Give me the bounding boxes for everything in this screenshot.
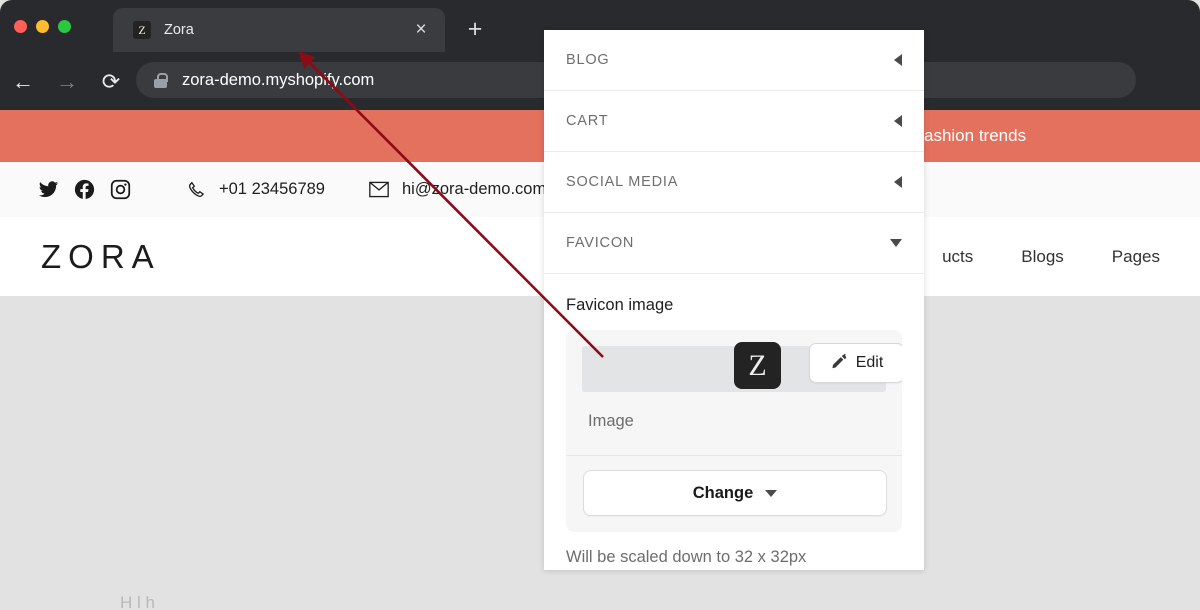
section-favicon[interactable]: FAVICON — [544, 213, 924, 274]
caret-down-icon — [765, 489, 778, 497]
window-minimize-button[interactable] — [36, 20, 49, 33]
window-traffic-lights — [14, 20, 71, 33]
instagram-icon[interactable] — [110, 179, 131, 200]
browser-tab[interactable]: Z Zora × — [113, 8, 445, 52]
section-blog-label: BLOG — [566, 52, 610, 68]
section-cart[interactable]: CART — [544, 91, 924, 152]
section-social-media-label: SOCIAL MEDIA — [566, 174, 679, 190]
reload-button[interactable]: ⟳ — [94, 65, 128, 99]
social-links — [38, 179, 131, 200]
envelope-icon — [369, 181, 389, 198]
nav-item-pages[interactable]: Pages — [1112, 247, 1160, 267]
edit-button[interactable]: Edit — [809, 343, 902, 383]
favicon-field-label: Favicon image — [566, 296, 674, 314]
contact-email-text: hi@zora-demo.com — [402, 180, 547, 198]
caret-left-icon[interactable] — [894, 54, 902, 66]
section-cart-label: CART — [566, 113, 609, 129]
address-bar-url: zora-demo.myshopify.com — [182, 70, 375, 89]
lock-icon — [154, 72, 168, 88]
favicon-thumbnail-image[interactable]: Z — [734, 342, 781, 389]
contact-phone-text: +01 23456789 — [219, 180, 325, 198]
change-button-wrap: Change — [566, 456, 902, 532]
contact-phone[interactable]: +01 23456789 — [187, 180, 325, 199]
section-blog[interactable]: BLOG — [544, 30, 924, 91]
tab-title: Zora — [164, 22, 194, 38]
favicon-helper-text: Will be scaled down to 32 x 32px — [566, 548, 807, 566]
twitter-icon[interactable] — [38, 179, 59, 200]
facebook-icon[interactable] — [74, 179, 95, 200]
section-social-media[interactable]: SOCIAL MEDIA — [544, 152, 924, 213]
tab-close-icon[interactable]: × — [411, 20, 431, 40]
change-button[interactable]: Change — [583, 470, 887, 516]
nav-item-blogs[interactable]: Blogs — [1021, 247, 1064, 267]
favicon-thumbnail-strip: Z Edit — [582, 342, 902, 392]
tab-favicon-icon: Z — [133, 21, 151, 39]
favicon-settings: Favicon image Z Edit Image Change Will b… — [544, 296, 924, 567]
site-body-partial-text: H l h — [120, 593, 155, 610]
caret-left-icon[interactable] — [894, 115, 902, 127]
new-tab-button[interactable]: + — [462, 16, 488, 42]
screenshot-root: Z Zora × + ← → ⟳ zora-demo.myshopify.com… — [0, 0, 1200, 610]
window-close-button[interactable] — [14, 20, 27, 33]
site-logo[interactable]: ZORA — [41, 238, 161, 276]
contact-email[interactable]: hi@zora-demo.com — [369, 180, 546, 199]
favicon-media-card: Z Edit Image Change — [566, 330, 902, 532]
theme-settings-panel: BLOG CART SOCIAL MEDIA FAVICON Favicon i… — [544, 30, 924, 570]
edit-button-label: Edit — [855, 354, 884, 371]
phone-icon — [187, 180, 206, 199]
forward-button[interactable]: → — [50, 65, 84, 99]
nav-item-products[interactable]: ucts — [942, 247, 973, 267]
window-zoom-button[interactable] — [58, 20, 71, 33]
change-button-label: Change — [692, 483, 754, 502]
favicon-image-caption: Image — [588, 412, 634, 430]
caret-left-icon[interactable] — [894, 176, 902, 188]
section-favicon-label: FAVICON — [566, 235, 635, 251]
pencil-icon — [830, 352, 848, 375]
caret-down-icon[interactable] — [890, 239, 902, 247]
back-button[interactable]: ← — [6, 65, 40, 99]
main-navigation: ucts Blogs Pages — [942, 247, 1160, 267]
